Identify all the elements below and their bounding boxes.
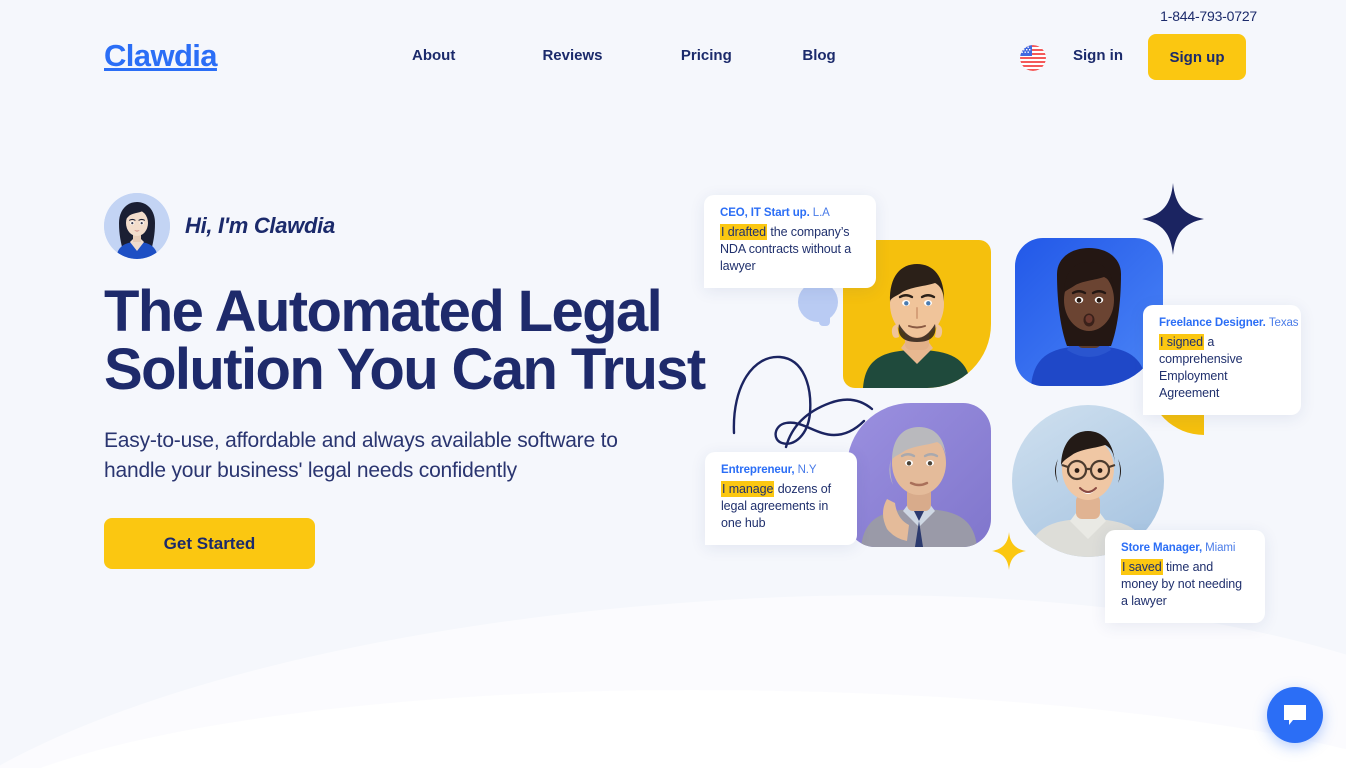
yellow-sparkle-icon: [992, 532, 1026, 570]
testimonial-role-title: Store Manager,: [1121, 542, 1203, 554]
testimonial-card-store-manager: Store Manager, Miami I saved time and mo…: [1105, 530, 1265, 623]
page-title: The Automated Legal Solution You Can Tru…: [104, 279, 706, 402]
testimonial-role-title: CEO, IT Start up.: [720, 207, 810, 219]
photo-woman-blue: [1015, 238, 1163, 386]
testimonial-location: Miami: [1205, 542, 1236, 554]
greeting-row: Hi, I'm Clawdia: [104, 193, 724, 259]
testimonial-role-title: Entrepreneur,: [721, 464, 795, 476]
photo-man-purple: [847, 403, 991, 547]
phone-number[interactable]: 1-844-793-0727: [1160, 8, 1257, 24]
testimonial-card-entrepreneur: Entrepreneur, N.Y I manage dozens of leg…: [705, 452, 857, 545]
testimonial-role: CEO, IT Start up. L.A: [720, 207, 862, 219]
testimonial-highlight: I signed: [1159, 334, 1204, 350]
nav-item-pricing[interactable]: Pricing: [681, 47, 798, 64]
sign-in-link[interactable]: Sign in: [1073, 47, 1123, 64]
testimonial-role: Store Manager, Miami: [1121, 542, 1251, 554]
hero-subtitle: Easy-to-use, affordable and always avail…: [104, 429, 618, 482]
get-started-button[interactable]: Get Started: [104, 518, 315, 569]
testimonial-location: Texas: [1268, 317, 1299, 329]
nav-item-reviews[interactable]: Reviews: [542, 47, 676, 64]
testimonial-quote: I saved time and money by not needing a …: [1121, 559, 1251, 610]
greeting-text: Hi, I'm Clawdia: [185, 213, 335, 238]
hero-content: Hi, I'm Clawdia The Automated Legal Solu…: [104, 193, 724, 569]
testimonial-card-ceo: CEO, IT Start up. L.A I drafted the comp…: [704, 195, 876, 288]
nav-item-about[interactable]: About: [412, 47, 538, 64]
testimonial-role: Entrepreneur, N.Y: [721, 464, 843, 476]
site-header: Clawdia About Reviews Pricing Blog 1-844…: [0, 0, 1346, 112]
chat-bubble-icon: [1282, 703, 1308, 727]
testimonial-highlight: I saved: [1121, 559, 1163, 575]
testimonial-role-title: Freelance Designer.: [1159, 317, 1266, 329]
chat-widget-button[interactable]: [1267, 687, 1323, 743]
clawdia-avatar: [104, 193, 170, 259]
testimonial-highlight: I drafted: [720, 224, 767, 240]
landing-page: Clawdia About Reviews Pricing Blog 1-844…: [0, 0, 1346, 768]
logo[interactable]: Clawdia: [104, 38, 218, 74]
testimonial-highlight: I manage: [721, 481, 775, 497]
main-nav: About Reviews Pricing Blog: [412, 47, 862, 65]
testimonial-quote: I drafted the company’s NDA contracts wi…: [720, 224, 862, 275]
testimonial-location: L.A: [812, 207, 830, 219]
testimonial-quote: I manage dozens of legal agreements in o…: [721, 481, 843, 532]
testimonial-card-freelance-designer: Freelance Designer. Texas I signed a com…: [1143, 305, 1301, 415]
testimonial-quote: I signed a comprehensive Employment Agre…: [1159, 334, 1287, 402]
background-curve-lower: [0, 690, 1346, 768]
testimonial-role: Freelance Designer. Texas: [1159, 317, 1299, 329]
sign-up-button[interactable]: Sign up: [1148, 34, 1246, 80]
us-flag-icon[interactable]: [1020, 45, 1046, 71]
nav-item-blog[interactable]: Blog: [802, 47, 862, 64]
testimonial-location: N.Y: [797, 464, 817, 476]
